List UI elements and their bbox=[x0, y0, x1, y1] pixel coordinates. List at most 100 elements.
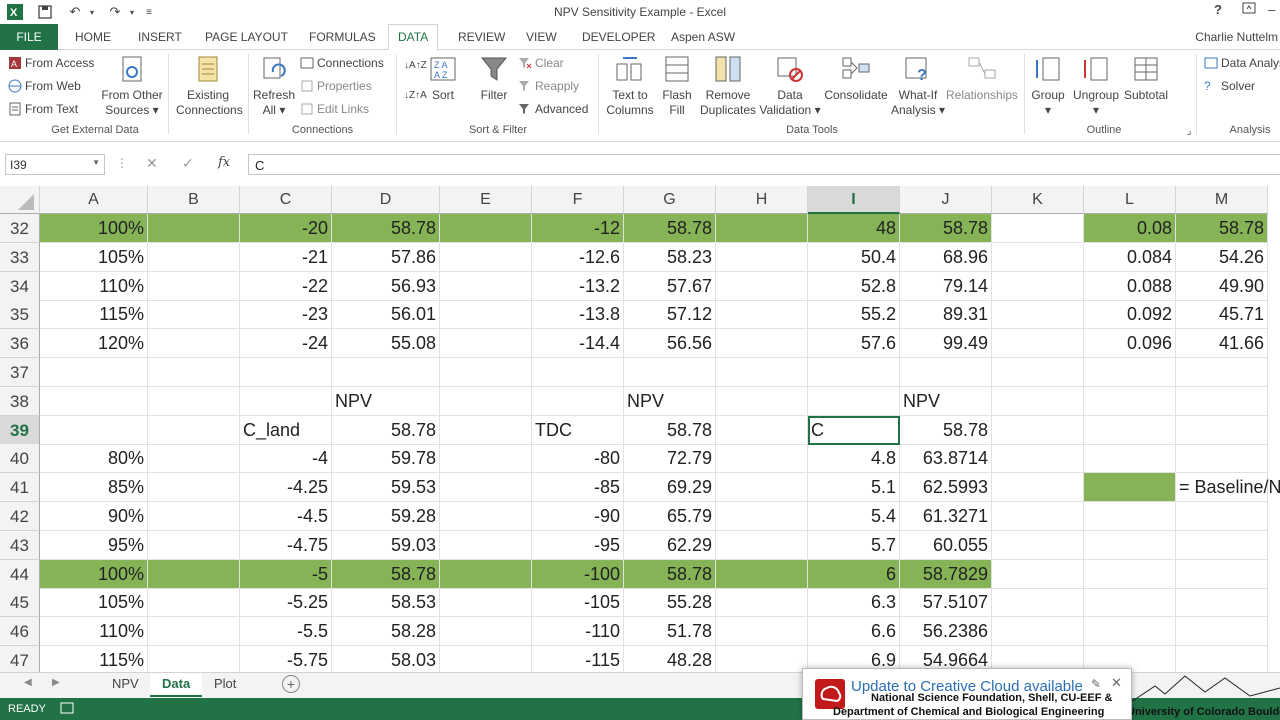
cell-g44[interactable]: 58.78 bbox=[624, 559, 716, 589]
user-name[interactable]: Charlie Nuttelm bbox=[1195, 30, 1278, 44]
cell-j35[interactable]: 89.31 bbox=[900, 300, 992, 330]
cell-e46[interactable] bbox=[440, 617, 532, 647]
cell-f42[interactable]: -90 bbox=[532, 502, 624, 531]
cell-l36[interactable]: 0.096 bbox=[1084, 329, 1176, 359]
cell-m38[interactable] bbox=[1176, 386, 1268, 416]
cell-c39[interactable]: C_land bbox=[240, 415, 332, 445]
cell-d39[interactable]: 58.78 bbox=[332, 415, 440, 445]
cell-a42[interactable]: 90% bbox=[40, 502, 148, 531]
cell-g39[interactable]: 58.78 bbox=[624, 415, 716, 445]
cell-m35[interactable]: 45.71 bbox=[1176, 300, 1268, 330]
tab-view[interactable]: VIEW bbox=[526, 28, 557, 46]
cell-d35[interactable]: 56.01 bbox=[332, 300, 440, 330]
cell-a43[interactable]: 95% bbox=[40, 530, 148, 560]
cell-k41[interactable] bbox=[992, 473, 1084, 503]
cell-b33[interactable] bbox=[148, 242, 240, 272]
column-header-g[interactable]: G bbox=[624, 186, 716, 214]
row-header[interactable]: 35 bbox=[0, 300, 40, 330]
connections-button[interactable]: Connections bbox=[300, 56, 384, 70]
cell-f34[interactable]: -13.2 bbox=[532, 271, 624, 301]
cell-c35[interactable]: -23 bbox=[240, 300, 332, 330]
cell-h35[interactable] bbox=[716, 300, 808, 330]
row-header[interactable]: 37 bbox=[0, 358, 40, 387]
cell-b47[interactable] bbox=[148, 646, 240, 672]
cell-i34[interactable]: 52.8 bbox=[808, 271, 900, 301]
column-header-k[interactable]: K bbox=[992, 186, 1084, 214]
cell-i38[interactable] bbox=[808, 386, 900, 416]
tab-review[interactable]: REVIEW bbox=[458, 28, 505, 46]
tab-home[interactable]: HOME bbox=[75, 28, 111, 46]
cell-a35[interactable]: 115% bbox=[40, 300, 148, 330]
cell-l41[interactable] bbox=[1084, 473, 1176, 503]
cell-f36[interactable]: -14.4 bbox=[532, 329, 624, 359]
cell-a33[interactable]: 105% bbox=[40, 242, 148, 272]
cell-c40[interactable]: -4 bbox=[240, 444, 332, 474]
column-header-i[interactable]: I bbox=[808, 186, 900, 214]
cell-d45[interactable]: 58.53 bbox=[332, 588, 440, 618]
data-analysis-button[interactable]: Data Analys bbox=[1204, 56, 1280, 70]
row-header[interactable]: 33 bbox=[0, 242, 40, 272]
cell-j39[interactable]: 58.78 bbox=[900, 415, 992, 445]
cell-c41[interactable]: -4.25 bbox=[240, 473, 332, 503]
cell-j34[interactable]: 79.14 bbox=[900, 271, 992, 301]
cell-a46[interactable]: 110% bbox=[40, 617, 148, 647]
row-header[interactable]: 42 bbox=[0, 502, 40, 531]
cell-k34[interactable] bbox=[992, 271, 1084, 301]
cell-h45[interactable] bbox=[716, 588, 808, 618]
cell-g38[interactable]: NPV bbox=[624, 386, 716, 416]
cell-j32[interactable]: 58.78 bbox=[900, 214, 992, 243]
cell-e42[interactable] bbox=[440, 502, 532, 531]
cell-e33[interactable] bbox=[440, 242, 532, 272]
cell-a41[interactable]: 85% bbox=[40, 473, 148, 503]
cell-d33[interactable]: 57.86 bbox=[332, 242, 440, 272]
cell-c33[interactable]: -21 bbox=[240, 242, 332, 272]
cell-a47[interactable]: 115% bbox=[40, 646, 148, 672]
cell-j46[interactable]: 56.2386 bbox=[900, 617, 992, 647]
cell-e41[interactable] bbox=[440, 473, 532, 503]
cell-j40[interactable]: 63.8714 bbox=[900, 444, 992, 474]
column-header-f[interactable]: F bbox=[532, 186, 624, 214]
cell-k38[interactable] bbox=[992, 386, 1084, 416]
cell-d43[interactable]: 59.03 bbox=[332, 530, 440, 560]
cell-k33[interactable] bbox=[992, 242, 1084, 272]
cell-c37[interactable] bbox=[240, 358, 332, 387]
cell-g34[interactable]: 57.67 bbox=[624, 271, 716, 301]
row-header[interactable]: 40 bbox=[0, 444, 40, 474]
row-header[interactable]: 44 bbox=[0, 559, 40, 589]
cell-a37[interactable] bbox=[40, 358, 148, 387]
cell-g47[interactable]: 48.28 bbox=[624, 646, 716, 672]
cell-a36[interactable]: 120% bbox=[40, 329, 148, 359]
name-box-dropdown-icon[interactable]: ▼ bbox=[92, 158, 100, 167]
column-header-a[interactable]: A bbox=[40, 186, 148, 214]
column-header-h[interactable]: H bbox=[716, 186, 808, 214]
cell-h39[interactable] bbox=[716, 415, 808, 445]
cell-k40[interactable] bbox=[992, 444, 1084, 474]
cell-l42[interactable] bbox=[1084, 502, 1176, 531]
relationships-button[interactable]: Relationships bbox=[946, 54, 1018, 103]
cell-c43[interactable]: -4.75 bbox=[240, 530, 332, 560]
cell-b32[interactable] bbox=[148, 214, 240, 243]
cell-c34[interactable]: -22 bbox=[240, 271, 332, 301]
column-header-e[interactable]: E bbox=[440, 186, 532, 214]
cell-d41[interactable]: 59.53 bbox=[332, 473, 440, 503]
worksheet-grid[interactable]: ABCDEFGHIJKLM 32 100% -20 58.78 -12 58.78 48 58… bbox=[0, 186, 1280, 672]
existing-connections-button[interactable]: Existing Connections bbox=[176, 54, 243, 118]
cell-d32[interactable]: 58.78 bbox=[332, 214, 440, 243]
data-validation-button[interactable]: Data Validation ▾ bbox=[758, 54, 822, 118]
cell-l44[interactable] bbox=[1084, 559, 1176, 589]
scroll-sheets-left-icon[interactable]: ◀ bbox=[24, 677, 32, 688]
advanced-filter-button[interactable]: Advanced bbox=[518, 102, 588, 116]
cell-g41[interactable]: 69.29 bbox=[624, 473, 716, 503]
cell-c47[interactable]: -5.75 bbox=[240, 646, 332, 672]
cell-m41[interactable]: = Baseline/N bbox=[1176, 473, 1280, 503]
cell-g32[interactable]: 58.78 bbox=[624, 214, 716, 243]
cell-k43[interactable] bbox=[992, 530, 1084, 560]
cell-i41[interactable]: 5.1 bbox=[808, 473, 900, 503]
cell-h37[interactable] bbox=[716, 358, 808, 387]
cell-g42[interactable]: 65.79 bbox=[624, 502, 716, 531]
clear-filter-button[interactable]: Clear bbox=[518, 56, 564, 70]
cell-l45[interactable] bbox=[1084, 588, 1176, 618]
column-header-m[interactable]: M bbox=[1176, 186, 1268, 214]
cell-c36[interactable]: -24 bbox=[240, 329, 332, 359]
cell-h47[interactable] bbox=[716, 646, 808, 672]
